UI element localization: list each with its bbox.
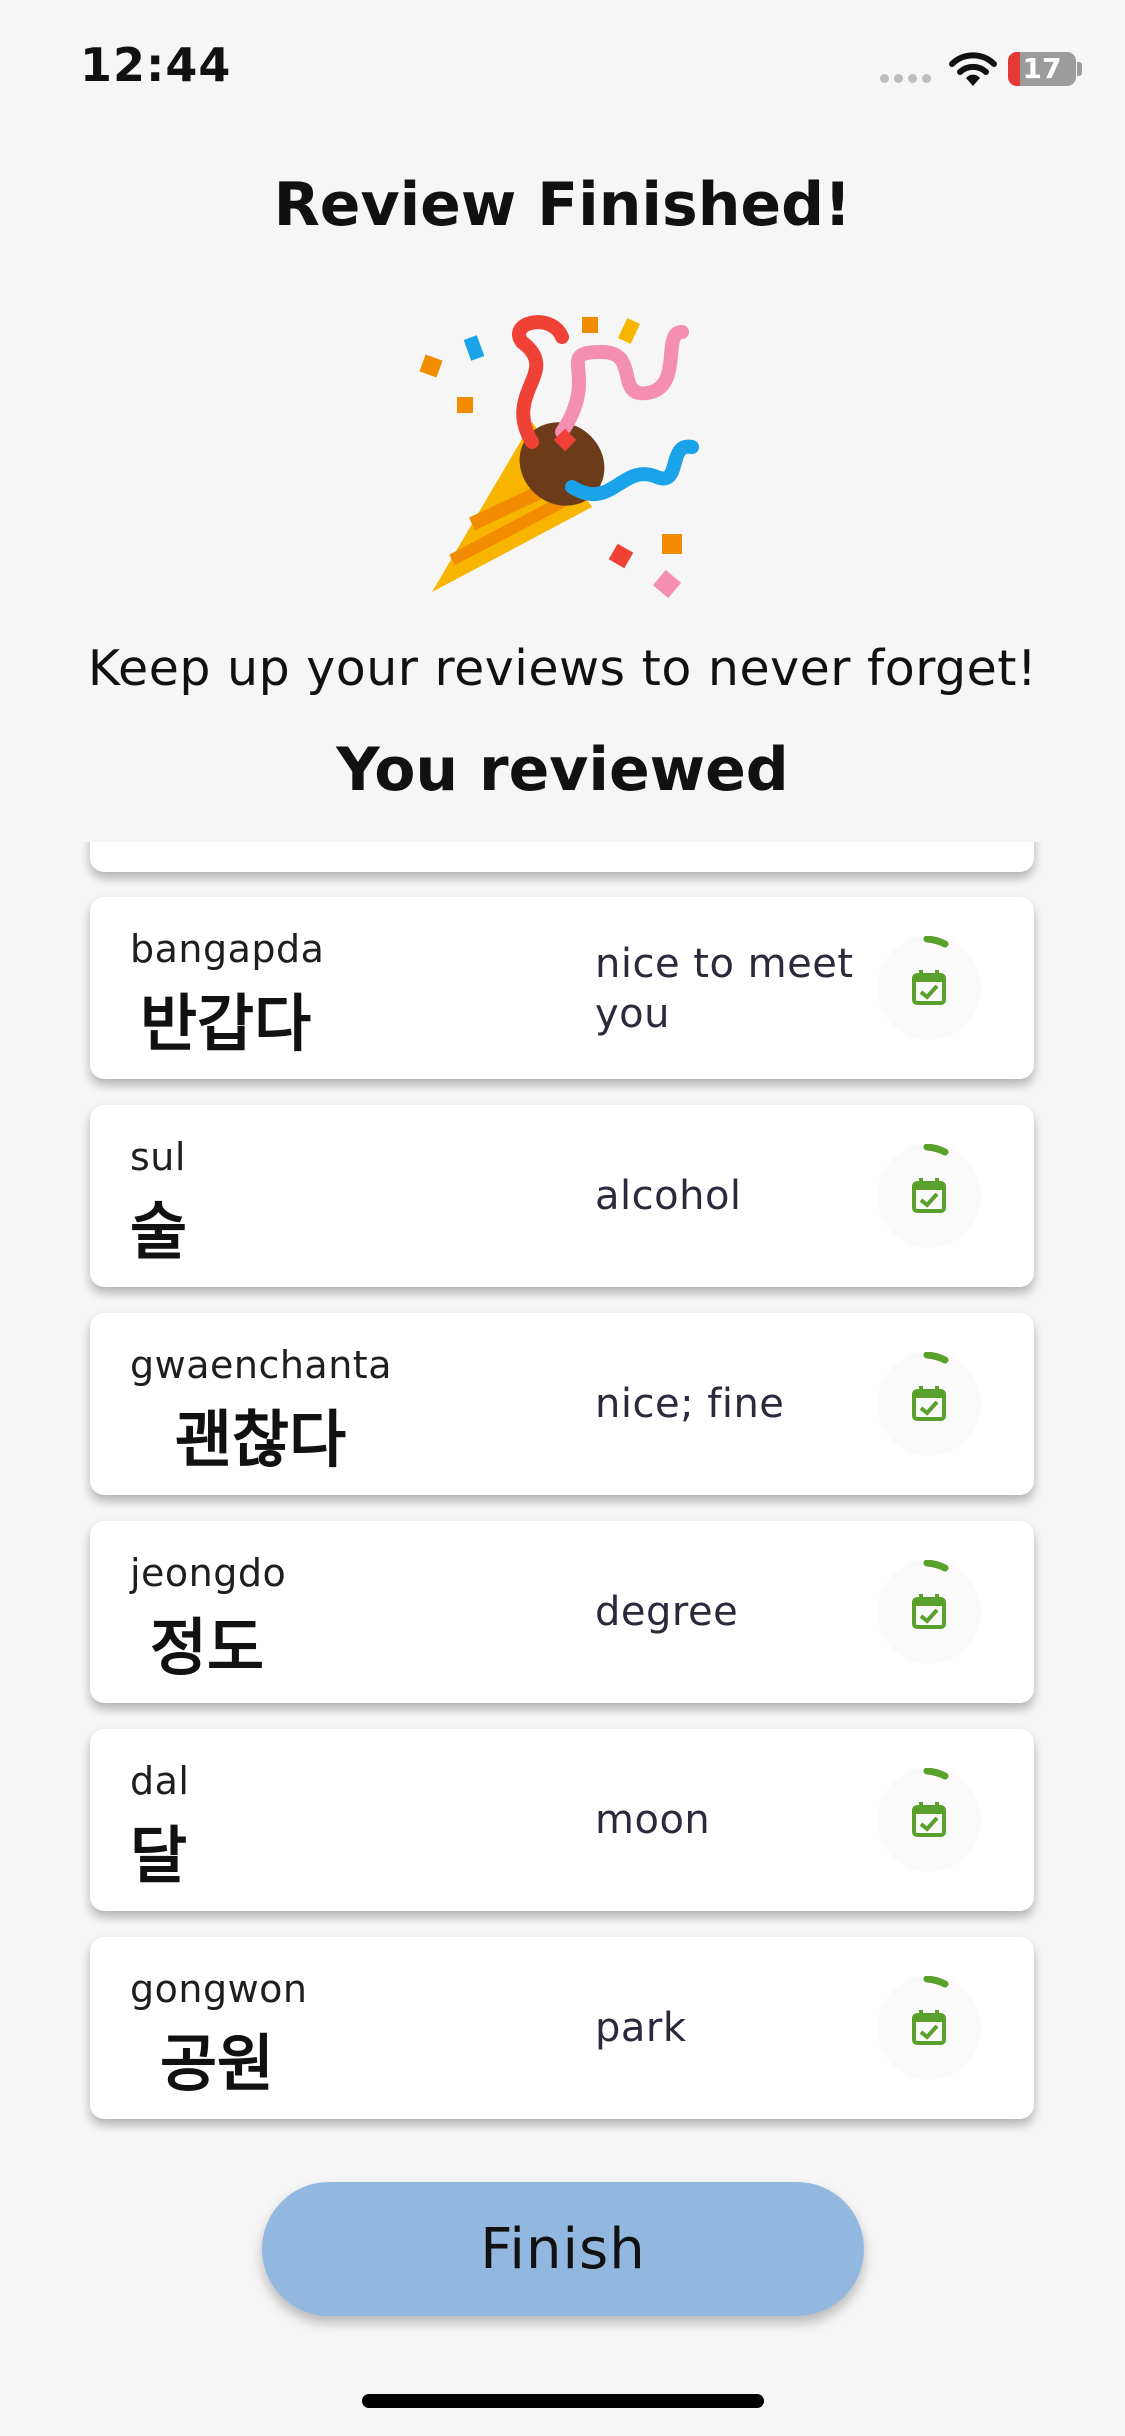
- calendar-check-icon: [912, 1768, 949, 1837]
- home-indicator[interactable]: [362, 2394, 764, 2408]
- list-item: gongwon 공원 park: [90, 1937, 1034, 2119]
- status-time: 12:44: [80, 38, 232, 92]
- romanization: bangapda: [130, 927, 325, 971]
- review-status-button[interactable]: [877, 1144, 981, 1248]
- wifi-icon: [949, 52, 997, 86]
- hangul-word: 괜찮다: [175, 1403, 347, 1476]
- meaning: moon: [595, 1797, 711, 1843]
- review-status-button[interactable]: [877, 1768, 981, 1872]
- romanization: sul: [130, 1135, 186, 1179]
- finish-button[interactable]: Finish: [262, 2182, 864, 2316]
- review-status-button[interactable]: [877, 936, 981, 1040]
- review-status-button[interactable]: [877, 1560, 981, 1664]
- meaning: nice; fine: [595, 1381, 785, 1427]
- calendar-check-icon: [912, 1144, 949, 1213]
- list-item: dal 달 moon: [90, 1729, 1034, 1911]
- review-status-button[interactable]: [877, 1976, 981, 2080]
- romanization: dal: [130, 1759, 190, 1803]
- subtitle: Keep up your reviews to never forget!: [87, 640, 1038, 697]
- hangul-word: 정도: [150, 1611, 265, 1684]
- list-item: [90, 842, 1034, 872]
- meaning: park: [595, 2005, 687, 2051]
- list-item: jeongdo 정도 degree: [90, 1521, 1034, 1703]
- signal-icon: [880, 74, 936, 88]
- section-title: You reviewed: [336, 735, 789, 805]
- list-item: gwaenchanta 괜찮다 nice; fine: [90, 1313, 1034, 1495]
- calendar-check-icon: [912, 1560, 949, 1629]
- hangul-word: 달: [130, 1819, 188, 1892]
- romanization: gongwon: [130, 1967, 308, 2011]
- status-bar: 12:44 17: [0, 0, 1125, 140]
- list-item: sul 술 alcohol: [90, 1105, 1034, 1287]
- meaning: degree: [595, 1589, 739, 1635]
- hangul-word: 반갑다: [140, 987, 312, 1060]
- reviewed-list[interactable]: bangapda 반갑다 nice to meet you sul 술 alco…: [0, 842, 1125, 2142]
- party-popper-icon: [419, 315, 699, 599]
- calendar-check-icon: [912, 1352, 949, 1421]
- hangul-word: 술: [130, 1195, 188, 1268]
- battery-level: 17: [1022, 52, 1062, 85]
- battery-cap: [1077, 62, 1082, 76]
- romanization: jeongdo: [130, 1551, 287, 1595]
- romanization: gwaenchanta: [130, 1343, 392, 1387]
- hangul-word: 공원: [160, 2027, 275, 2100]
- page-title: Review Finished!: [273, 170, 852, 240]
- calendar-check-icon: [912, 936, 949, 1005]
- calendar-check-icon: [912, 1976, 949, 2045]
- review-status-button[interactable]: [877, 1352, 981, 1456]
- meaning: nice to meet you: [595, 941, 854, 1037]
- list-item: bangapda 반갑다 nice to meet you: [90, 897, 1034, 1079]
- battery-icon: 17: [1008, 52, 1076, 86]
- meaning: alcohol: [595, 1173, 742, 1219]
